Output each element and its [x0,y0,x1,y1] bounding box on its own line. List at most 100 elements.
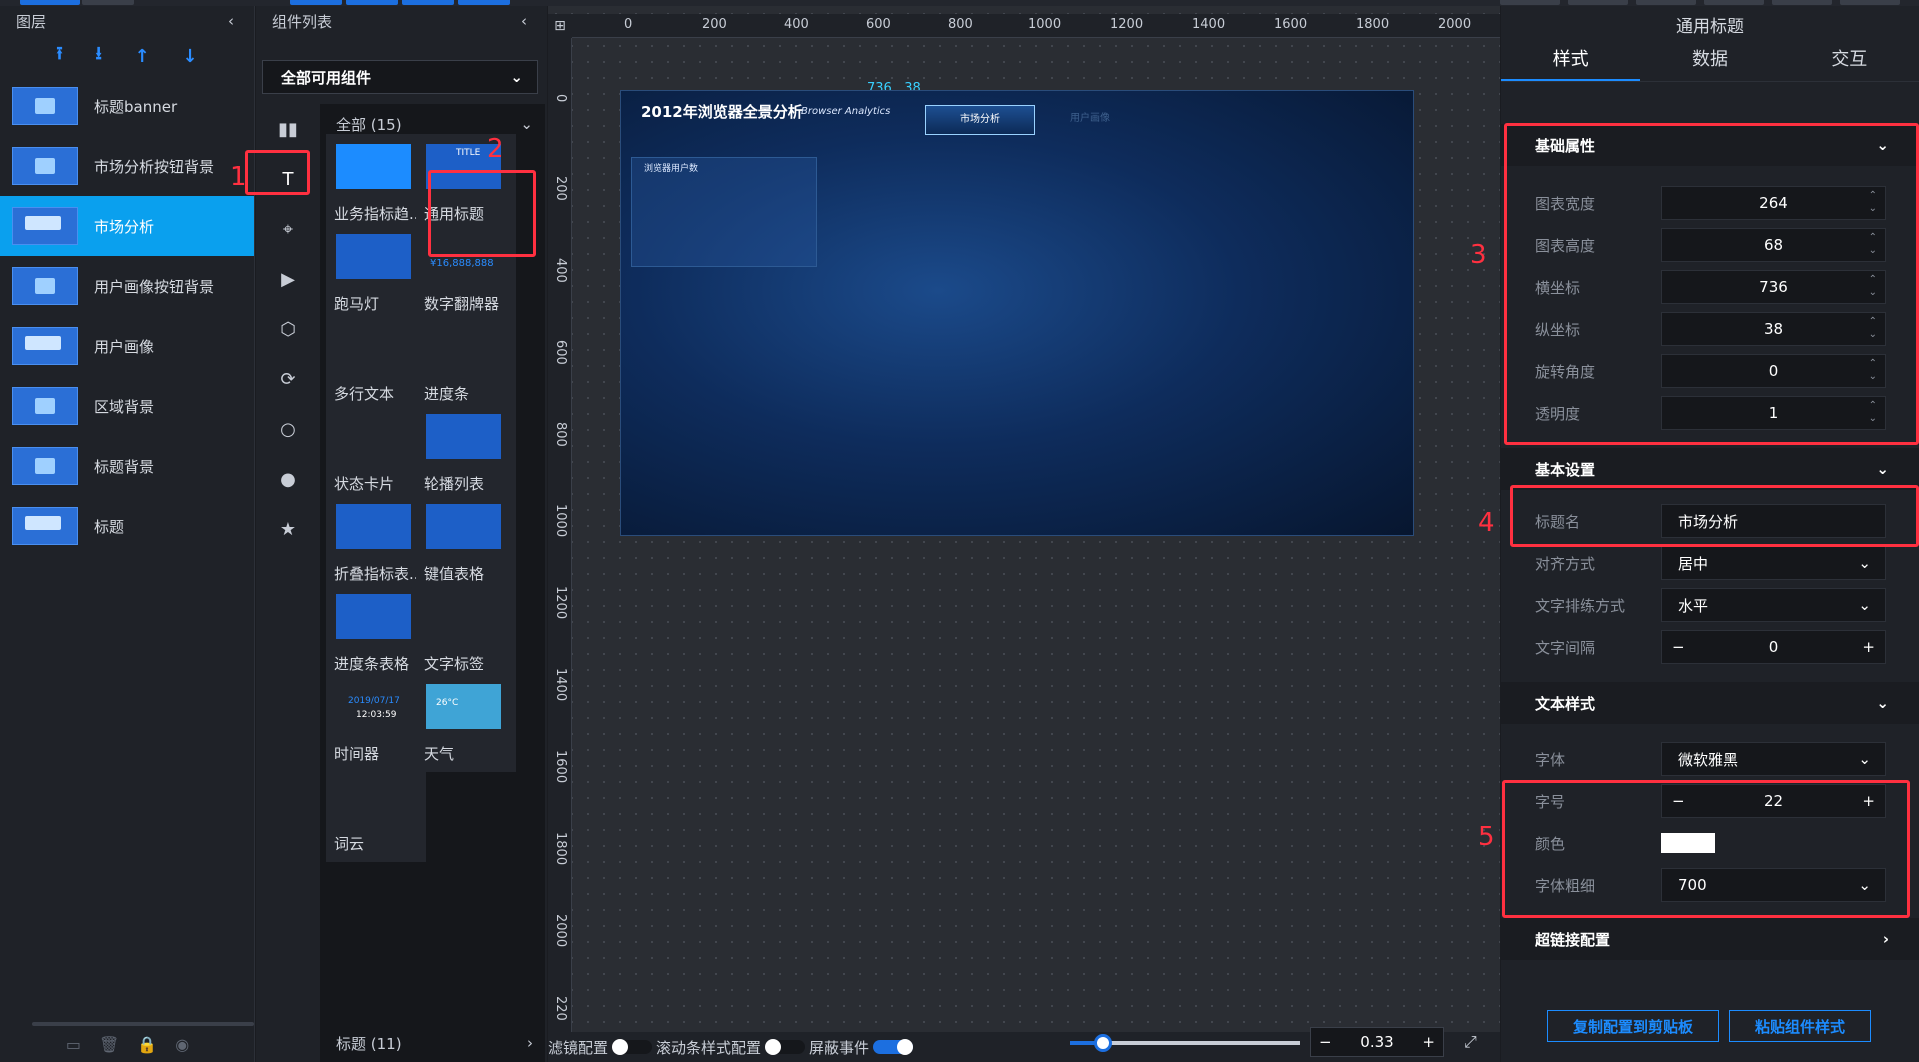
screen-title[interactable]: 2012年浏览器全景分析 [641,101,803,122]
toolbar-button[interactable] [20,0,80,5]
eye-icon[interactable]: ◉ [175,1035,189,1054]
align-select[interactable]: 居中 ⌄ [1661,546,1886,580]
component-card[interactable]: 文字标签 [416,584,516,682]
toolbar-button[interactable] [1500,0,1560,5]
component-card[interactable]: 跑马灯 [326,224,426,322]
collapse-icon[interactable]: ‹ [521,12,527,30]
toolbar-button[interactable] [458,0,510,5]
component-card[interactable]: 折叠指标表... [326,494,426,592]
width-input[interactable]: 264 ⌃ ⌄ [1661,186,1886,220]
collapse-icon[interactable]: ‹ [228,12,234,30]
toolbar-button[interactable] [1840,0,1900,5]
chart-category-icon[interactable]: ▮▮ [256,104,320,154]
zoom-in-icon[interactable]: + [1422,1033,1435,1051]
title-component[interactable]: 用户画像 [1045,105,1135,135]
stepper-icon[interactable]: ⌃ ⌄ [1869,273,1877,299]
map-category-icon[interactable]: ⌖ [256,204,320,254]
mask-toggle[interactable] [873,1039,914,1055]
filter-toggle[interactable] [612,1039,653,1055]
section-text-style[interactable]: 文本样式 ⌄ [1501,682,1919,724]
zoom-out-icon[interactable]: − [1319,1033,1332,1051]
plus-icon[interactable]: + [1862,792,1875,810]
tab-style[interactable]: 样式 [1501,42,1641,81]
paste-style-button[interactable]: 粘贴组件样式 [1729,1010,1871,1042]
toolbar-button[interactable] [290,0,342,5]
move-bottom-icon[interactable]: ⭳ [96,41,102,71]
favorite-category-icon[interactable]: ★ [256,504,320,554]
title-name-input[interactable]: 市场分析 [1661,504,1886,538]
minus-icon[interactable]: − [1672,792,1685,810]
rotation-input[interactable]: 0 ⌃ ⌄ [1661,354,1886,388]
trash-icon[interactable]: 🗑 [99,1035,119,1054]
height-input[interactable]: 68 ⌃ ⌄ [1661,228,1886,262]
component-card[interactable]: 状态卡片 [326,404,426,502]
group-footer[interactable]: 标题 (11) › [320,1024,545,1062]
component-filter-select[interactable]: 全部可用组件 ⌄ [262,60,538,94]
component-card[interactable]: 业务指标趋... [326,134,426,232]
move-down-icon[interactable]: ↓ [183,46,198,67]
section-basic-props[interactable]: 基础属性 ⌄ [1501,124,1919,166]
component-card[interactable]: 进度条 [416,314,516,412]
stepper-icon[interactable]: ⌃ ⌄ [1869,357,1877,383]
section-basic-settings[interactable]: 基本设置 ⌄ [1501,448,1919,490]
layer-item[interactable]: 用户画像 [0,316,254,376]
plus-icon[interactable]: + [1862,638,1875,656]
fullscreen-icon[interactable]: ⤢ [1464,1032,1477,1052]
ruler-corner-icon[interactable]: ⊞ [548,14,572,38]
other-category-icon[interactable]: ○ [256,404,320,454]
toolbar-button[interactable] [82,0,134,5]
x-input[interactable]: 736 ⌃ ⌄ [1661,270,1886,304]
layer-item[interactable]: 标题banner [0,76,254,136]
component-card[interactable]: 多行文本 [326,314,426,412]
toolbar-button[interactable] [402,0,454,5]
letter-spacing-stepper[interactable]: − 0 + [1661,630,1886,664]
3d-category-icon[interactable]: ⬡ [256,304,320,354]
media-category-icon[interactable]: ▶ [256,254,320,304]
y-input[interactable]: 38 ⌃ ⌄ [1661,312,1886,346]
toolbar-button[interactable] [1704,0,1764,5]
stepper-icon[interactable]: ⌃ ⌄ [1869,189,1877,215]
toolbar-button[interactable] [1568,0,1628,5]
stepper-icon[interactable]: ⌃ ⌄ [1869,315,1877,341]
toolbar-button[interactable] [1772,0,1832,5]
text-category-icon[interactable]: T [256,154,320,204]
text-direction-select[interactable]: 水平 ⌄ [1661,588,1886,622]
component-card[interactable]: 26°C 天气 [416,674,516,772]
toolbar-button[interactable] [1636,0,1696,5]
selected-title-component[interactable]: 市场分析 [925,105,1035,135]
component-card[interactable]: ¥16,888,888 数字翻牌器 [416,224,516,322]
move-up-icon[interactable]: ↑ [135,46,150,67]
opacity-input[interactable]: 1 ⌃ ⌄ [1661,396,1886,430]
dashboard-screen[interactable]: 2012年浏览器全景分析 Browser Analytics 市场分析 用户画像… [620,90,1414,536]
font-weight-select[interactable]: 700 ⌄ [1661,868,1886,902]
component-card[interactable]: 进度条表格 [326,584,426,682]
font-select[interactable]: 微软雅黑 ⌄ [1661,742,1886,776]
zoom-slider[interactable] [1070,1034,1300,1052]
move-top-icon[interactable]: ⭱ [56,41,62,71]
layer-item-selected[interactable]: 市场分析 [0,196,254,256]
component-card[interactable]: 词云 [326,764,426,862]
component-card[interactable]: 键值表格 [416,494,516,592]
zoom-value[interactable]: 0.33 [1360,1033,1393,1051]
component-card[interactable]: 2019/07/17 12:03:59 时间器 [326,674,426,772]
folder-icon[interactable]: ▭ [66,1035,81,1054]
color-swatch[interactable] [1661,833,1715,853]
scroll-toggle[interactable] [765,1039,806,1055]
layer-item[interactable]: 标题 [0,496,254,556]
tab-interaction[interactable]: 交互 [1780,42,1919,81]
region-panel[interactable]: 浏览器用户数 [631,157,817,267]
toolbar-button[interactable] [346,0,398,5]
stepper-icon[interactable]: ⌃ ⌄ [1869,399,1877,425]
layer-item[interactable]: 标题背景 [0,436,254,496]
minus-icon[interactable]: − [1672,638,1685,656]
stepper-icon[interactable]: ⌃ ⌄ [1869,231,1877,257]
layer-item[interactable]: 用户画像按钮背景 [0,256,254,316]
lock-icon[interactable]: 🔒 [137,1035,157,1054]
interaction-category-icon[interactable]: ⟳ [256,354,320,404]
layer-item[interactable]: 区域背景 [0,376,254,436]
user-category-icon[interactable]: ● [256,454,320,504]
component-card[interactable]: 轮播列表 [416,404,516,502]
layer-item[interactable]: 市场分析按钮背景 [0,136,254,196]
section-hyperlink[interactable]: 超链接配置 › [1501,918,1919,960]
font-size-stepper[interactable]: − 22 + [1661,784,1886,818]
